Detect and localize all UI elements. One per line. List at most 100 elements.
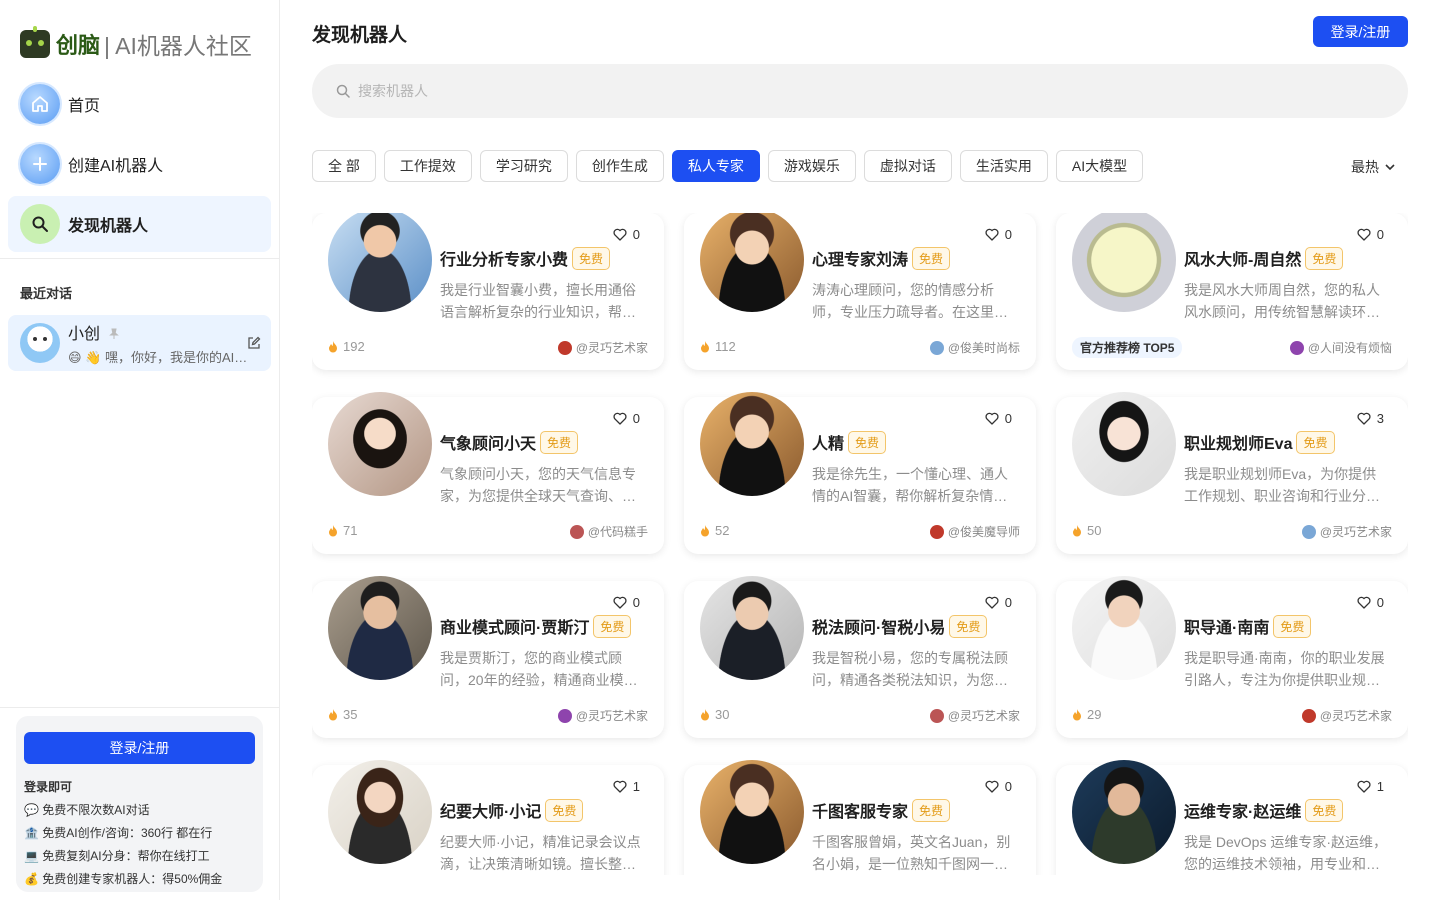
author-name: @灵巧艺术家 <box>1319 709 1392 723</box>
benefit-item: 💬 免费不限次数AI对话 <box>24 803 150 817</box>
free-badge: 免费 <box>1305 798 1344 822</box>
author-link[interactable]: @灵巧艺术家 <box>557 339 648 356</box>
sidebar-login-button[interactable]: 登录/注册 <box>24 732 255 764</box>
flame-icon <box>701 708 709 720</box>
author-link[interactable]: @灵巧艺术家 <box>929 707 1020 724</box>
bot-card[interactable]: 3 职业规划师Eva 免费我是职业规划师Eva，为你提供工作规划、职业咨询和行业分析… <box>1056 392 1408 554</box>
bot-card[interactable]: 0 心理专家刘涛免费涛涛心理顾问，您的情感分析师，专业压力疏导者。在这里倾听你的心… <box>684 213 1036 370</box>
bot-description: 涛涛心理顾问，您的情感分析师，专业压力疏导者。在这里倾听你的心声 <box>812 282 1008 320</box>
nav-home-label: 首页 <box>68 98 101 115</box>
search-bar[interactable] <box>312 64 1408 118</box>
conversation-header: 小创 <box>68 320 256 344</box>
author-link[interactable]: @俊美魔导师 <box>929 523 1020 540</box>
bot-avatar <box>328 760 432 864</box>
like-button[interactable]: 0 <box>985 411 1012 426</box>
author-link[interactable]: @俊美时尚标 <box>929 339 1020 356</box>
heat-count: 29 <box>1072 707 1101 722</box>
author-link[interactable]: @灵巧艺术家 <box>557 707 648 724</box>
author-name: @人间没有烦恼 <box>1307 341 1392 355</box>
login-tip: 登录即可 <box>24 780 73 794</box>
author-link[interactable]: @灵巧艺术家 <box>1301 707 1392 724</box>
author-link[interactable]: @代码糕手 <box>569 523 648 540</box>
logo[interactable]: 创脑 | AI机器人社区 <box>20 26 252 60</box>
bot-name-row: 职导通·南南 免费 <box>1184 614 1312 638</box>
heart-icon <box>613 412 627 425</box>
bot-name: 职业规划师Eva <box>1184 436 1293 453</box>
author-link[interactable]: @人间没有烦恼 <box>1289 339 1392 356</box>
bot-description: 纪要大师·小记，精准记录会议点滴，让决策清晰如镜。擅长整理会议纪要 <box>440 834 641 872</box>
bot-description: 我是徐先生，一个懂心理、通人情的AI智囊，帮你解析复杂情境与人际关系 <box>812 466 1008 504</box>
nav-create[interactable]: 创建AI机器人 <box>8 136 271 192</box>
author-name: @灵巧艺术家 <box>575 341 648 355</box>
like-button[interactable]: 0 <box>613 595 640 610</box>
heat-value: 30 <box>715 707 730 722</box>
header-login-button[interactable]: 登录/注册 <box>1313 16 1408 47</box>
author-link[interactable]: @灵巧艺术家 <box>1301 523 1392 540</box>
like-button[interactable]: 1 <box>1357 779 1384 794</box>
like-button[interactable]: 0 <box>613 227 640 242</box>
like-button[interactable]: 0 <box>1357 227 1384 242</box>
free-badge: 免费 <box>540 430 579 454</box>
heat-count: 192 <box>328 339 365 354</box>
tab-work[interactable]: 工作提效 <box>383 150 472 182</box>
tab-all[interactable]: 全 部 <box>312 150 376 182</box>
like-button[interactable]: 0 <box>985 595 1012 610</box>
free-badge: 免费 <box>572 246 611 270</box>
bot-description: 我是贾斯汀，您的商业模式顾问，20年的经验，精通商业模式设计与创新 <box>440 650 638 688</box>
bot-card[interactable]: 0 商业模式顾问·贾斯汀 免费 我是贾斯汀，您的商业模式顾问，20年的经验，精通商业模… <box>312 576 664 738</box>
bot-card[interactable]: 0 人精免费我是徐先生，一个懂心理、通人情的AI智囊，帮你解析复杂情境与人际关系 5… <box>684 392 1036 554</box>
like-button[interactable]: 0 <box>985 227 1012 242</box>
tab-study[interactable]: 学习研究 <box>479 150 568 182</box>
author-avatar <box>929 340 944 355</box>
edit-icon[interactable] <box>247 336 261 350</box>
bot-card[interactable]: 0 气象顾问小天免费气象顾问小天，您的天气信息专家，为您提供全球天气查询、预报分析… <box>312 392 664 554</box>
like-button[interactable]: 0 <box>985 779 1012 794</box>
bot-card[interactable]: 0 税法顾问·智税小易 免费 我是智税小易，您的专属税法顾问，精通各类税法知识，为您答… <box>684 576 1036 738</box>
bot-description: 我是风水大师周自然，您的私人风水顾问，用传统智慧解读环境与运势 <box>1184 282 1380 320</box>
tab-ai-models[interactable]: AI大模型 <box>1055 150 1144 182</box>
nav-home[interactable]: 首页 <box>8 76 271 132</box>
free-badge: 免费 <box>949 614 988 638</box>
tab-experts[interactable]: 私人专家 <box>671 150 760 182</box>
sort-dropdown[interactable]: 最热 <box>1351 157 1397 177</box>
bot-card[interactable]: 0 行业分析专家小费免费我是行业智囊小费，擅长用通俗语言解析复杂的行业知识，帮你快… <box>312 213 664 370</box>
bot-card[interactable]: 0 千图客服专家免费千图客服曾娟，英文名Juan，别名小娟，是一位熟知千图网一切业… <box>684 760 1036 875</box>
sidebar-divider <box>0 258 279 259</box>
tab-virtual[interactable]: 虚拟对话 <box>863 150 952 182</box>
bot-card[interactable]: 1 纪要大师·小记免费纪要大师·小记，精准记录会议点滴，让决策清晰如镜。擅长整理会… <box>312 760 664 875</box>
nav-discover[interactable]: 发现机器人 <box>8 196 271 252</box>
bottom-divider <box>0 707 279 708</box>
heat-value: 71 <box>343 523 358 538</box>
bot-card[interactable]: 0 风水大师-周自然免费我是风水大师周自然，您的私人风水顾问，用传统智慧解读环境与… <box>1056 213 1408 370</box>
tab-creation[interactable]: 创作生成 <box>575 150 664 182</box>
like-count: 0 <box>1376 227 1384 242</box>
bot-name: 运维专家·赵运维 <box>1184 804 1302 821</box>
bot-avatar <box>328 213 432 312</box>
free-badge: 免费 <box>912 246 951 270</box>
heart-icon <box>1357 596 1371 609</box>
like-button[interactable]: 0 <box>1357 595 1384 610</box>
free-badge: 免费 <box>593 614 632 638</box>
bot-description: 我是职业规划师Eva，为你提供工作规划、职业咨询和行业分析等服务 <box>1184 466 1380 504</box>
search-icon <box>20 204 60 244</box>
recent-conversation[interactable]: 小创 😄 👋 嘿，你好，我是你的AI助手小创 <box>8 315 271 371</box>
flame-icon <box>1073 524 1081 536</box>
bot-description: 千图客服曾娟，英文名Juan，别名小娟，是一位熟知千图网一切业务的客服 <box>812 834 1011 872</box>
tab-games[interactable]: 游戏娱乐 <box>767 150 856 182</box>
like-count: 1 <box>1376 779 1384 794</box>
like-count: 0 <box>1004 411 1012 426</box>
author-name: @代码糕手 <box>587 525 648 539</box>
search-input[interactable] <box>358 83 1258 99</box>
like-button[interactable]: 0 <box>613 411 640 426</box>
tab-life[interactable]: 生活实用 <box>959 150 1048 182</box>
free-badge: 免费 <box>1296 430 1335 454</box>
logo-subtitle: | AI机器人社区 <box>104 33 252 59</box>
bot-card[interactable]: 0 职导通·南南免费我是职导通·南南，你的职业发展引路人，专注为你提供职业规划建议… <box>1056 576 1408 738</box>
like-button[interactable]: 3 <box>1357 411 1384 426</box>
like-count: 0 <box>632 227 640 242</box>
heart-icon <box>613 228 627 241</box>
like-button[interactable]: 1 <box>613 779 640 794</box>
bot-name: 心理专家刘涛 <box>812 252 909 269</box>
pin-icon <box>109 328 120 339</box>
bot-card[interactable]: 1 运维专家·赵运维 免费 我是 DevOps 运维专家·赵运维，您的运维技术领袖，用… <box>1056 760 1408 875</box>
